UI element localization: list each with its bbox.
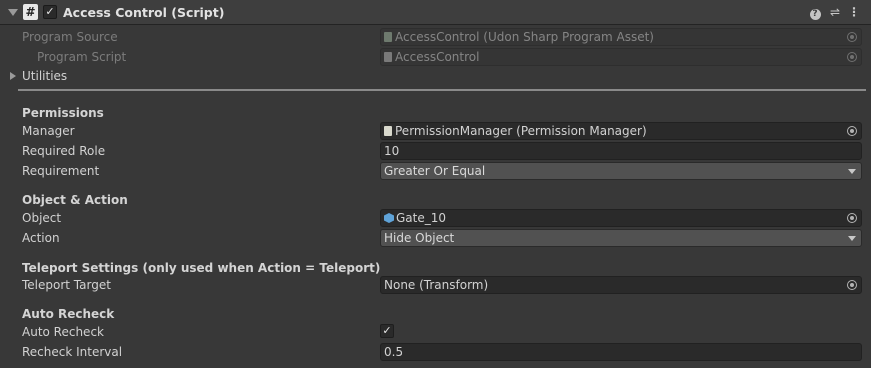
gameobject-icon <box>384 213 394 223</box>
object-label: Object <box>22 211 62 225</box>
object-picker-icon <box>847 32 857 42</box>
script-icon: # <box>23 4 38 20</box>
program-source-label: Program Source <box>22 30 118 44</box>
program-source-value: AccessControl (Udon Sharp Program Asset) <box>395 30 654 44</box>
required-role-label: Required Role <box>22 144 106 158</box>
teleport-heading: Teleport Settings (only used when Action… <box>22 261 381 275</box>
object-picker-icon[interactable] <box>847 126 857 136</box>
requirement-label: Requirement <box>22 164 100 178</box>
object-field[interactable]: Gate_10 <box>380 209 862 227</box>
separator-line <box>18 89 866 91</box>
utilities-foldout[interactable]: Utilities <box>22 67 67 85</box>
teleport-target-label: Teleport Target <box>22 278 111 292</box>
script-file-icon <box>384 126 392 136</box>
object-picker-icon <box>847 52 857 62</box>
required-role-input[interactable]: 10 <box>380 142 862 160</box>
program-script-field: AccessControl <box>380 48 862 66</box>
help-button[interactable]: ? <box>807 4 823 20</box>
component-foldout-arrow[interactable] <box>8 9 18 16</box>
auto-recheck-label: Auto Recheck <box>22 325 104 339</box>
program-script-value: AccessControl <box>395 50 480 64</box>
manager-label: Manager <box>22 124 75 138</box>
script-file-icon <box>384 52 392 62</box>
auto-recheck-heading: Auto Recheck <box>22 307 115 321</box>
utilities-foldout-arrow[interactable] <box>10 72 16 80</box>
recheck-interval-input[interactable]: 0.5 <box>380 343 862 361</box>
component-title: Access Control (Script) <box>63 5 225 20</box>
context-menu-icon[interactable]: ⋮ <box>846 4 862 20</box>
asset-icon <box>384 32 392 42</box>
program-source-field: AccessControl (Udon Sharp Program Asset) <box>380 28 862 46</box>
recheck-interval-label: Recheck Interval <box>22 345 123 359</box>
component-header: # ✓ Access Control (Script) ? ⇌ ⋮ <box>0 0 871 25</box>
chevron-down-icon <box>848 169 856 174</box>
auto-recheck-checkbox[interactable]: ✓ <box>380 324 394 338</box>
chevron-down-icon <box>848 236 856 241</box>
manager-field[interactable]: PermissionManager (Permission Manager) <box>380 122 862 140</box>
teleport-target-field[interactable]: None (Transform) <box>380 276 862 294</box>
permissions-heading: Permissions <box>22 106 104 120</box>
manager-value: PermissionManager (Permission Manager) <box>395 124 647 138</box>
component-enabled-checkbox[interactable]: ✓ <box>43 5 57 19</box>
requirement-value: Greater Or Equal <box>384 164 486 178</box>
action-value: Hide Object <box>384 231 455 245</box>
requirement-dropdown[interactable]: Greater Or Equal <box>380 162 862 180</box>
object-action-heading: Object & Action <box>22 193 128 207</box>
object-picker-icon[interactable] <box>847 280 857 290</box>
action-dropdown[interactable]: Hide Object <box>380 229 862 247</box>
program-script-label: Program Script <box>37 50 127 64</box>
object-value: Gate_10 <box>396 211 447 225</box>
help-icon: ? <box>809 9 821 20</box>
object-picker-icon[interactable] <box>847 213 857 223</box>
action-label: Action <box>22 231 60 245</box>
preset-icon[interactable]: ⇌ <box>827 4 843 20</box>
teleport-target-value: None (Transform) <box>384 278 489 292</box>
